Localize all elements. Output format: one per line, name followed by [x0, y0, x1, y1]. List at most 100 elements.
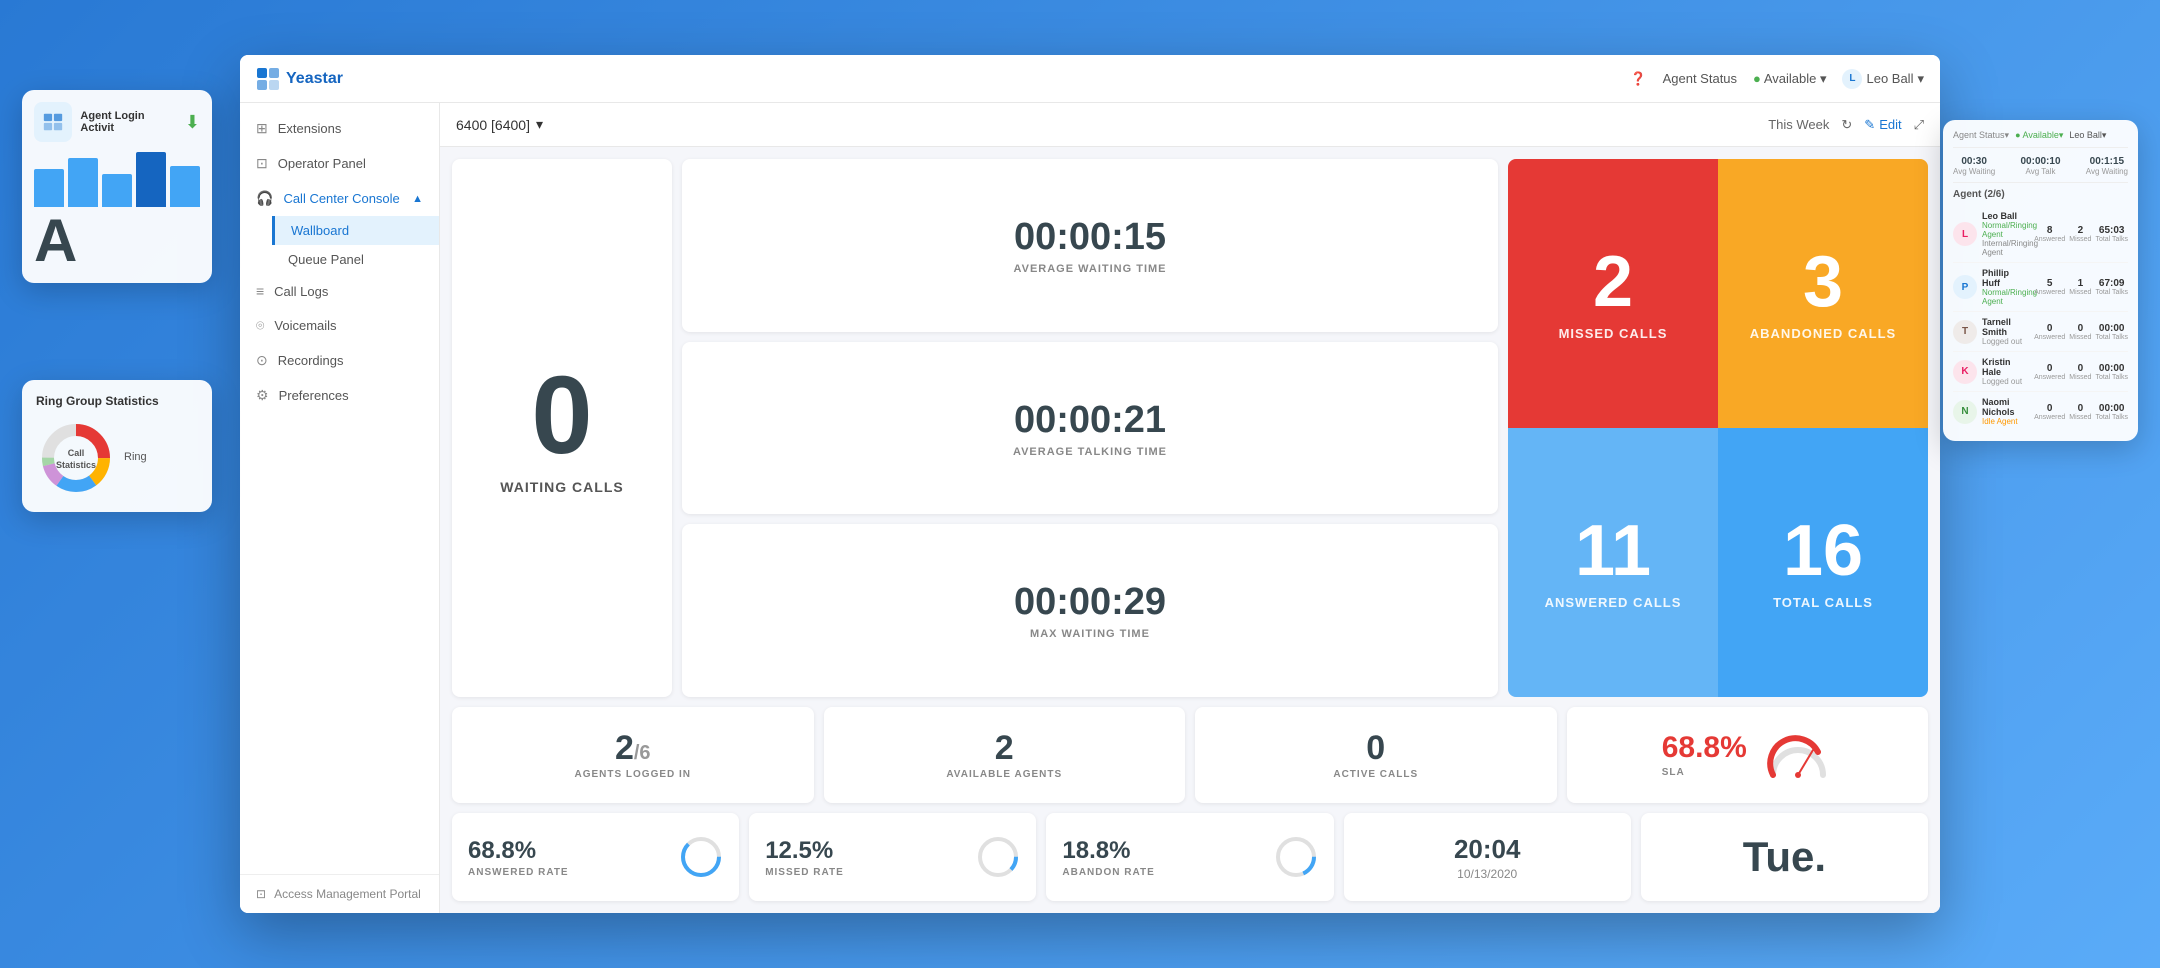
sidebar-label-recordings: Recordings: [278, 353, 344, 368]
avg-wait-label: AVERAGE WAITING TIME: [1013, 263, 1166, 275]
abandon-rate-info: 18.8% ABANDON RATE: [1062, 837, 1154, 878]
sla-info: 68.8% SLA: [1662, 733, 1747, 778]
expand-icon[interactable]: ⤢: [1914, 117, 1924, 133]
queue-selector[interactable]: 6400 [6400] ▾: [456, 116, 543, 133]
user-name: Leo Ball: [1866, 71, 1913, 86]
agent-stats-2: 5Answered 1Missed 67:09Total Talks: [2034, 278, 2128, 296]
answered-rate-info: 68.8% ANSWERED RATE: [468, 837, 569, 878]
sidebar-label-queuepanel: Queue Panel: [288, 252, 364, 267]
edit-icon: ✎: [1864, 117, 1875, 133]
donut-chart: Call Statistics: [36, 418, 116, 498]
sidebar-sub: Wallboard Queue Panel: [240, 216, 439, 274]
waiting-calls-label: WAITING CALLS: [500, 479, 623, 495]
refresh-icon[interactable]: ↻: [1841, 117, 1852, 133]
sidebar-label-wallboard: Wallboard: [291, 223, 349, 238]
sidebar-label-voicemails: Voicemails: [274, 318, 336, 333]
abandoned-calls-label: ABANDONED CALLS: [1750, 326, 1896, 341]
ring-stats-labels: Ring: [124, 448, 147, 468]
sidebar-item-preferences[interactable]: ⚙ Preferences: [240, 378, 439, 413]
answered-calls-label: ANSWERED CALLS: [1545, 595, 1682, 610]
agent-status-mini: Agent Status▾: [1953, 130, 2009, 141]
abandoned-calls-tile: 3 ABANDONED CALLS: [1718, 159, 1928, 428]
sla-card: 68.8% SLA: [1567, 707, 1929, 803]
agent-name-5: Naomi Nichols: [1982, 397, 2029, 417]
main-window: Yeastar ❓ Agent Status ● Available ▾ L L…: [240, 55, 1940, 913]
avg-wait-card: 00:00:15 AVERAGE WAITING TIME: [682, 159, 1498, 332]
agents-header-mini: Agent (2/6): [1953, 189, 2128, 200]
avg-talk-label: AVERAGE TALKING TIME: [1013, 446, 1167, 458]
queue-label: 6400 [6400]: [456, 117, 530, 133]
user-avatar: L: [1842, 69, 1862, 89]
footer-icon: ⊡: [256, 887, 266, 901]
agent-info-1: Leo Ball Normal/Ringing Agent Internal/R…: [1982, 211, 2029, 257]
preferences-icon: ⚙: [256, 387, 269, 404]
operator-icon: ⊡: [256, 155, 268, 172]
logo: Yeastar: [256, 67, 343, 91]
logo-text: Yeastar: [286, 70, 343, 88]
sla-value: 68.8%: [1662, 733, 1747, 763]
agent-name-4: Kristin Hale: [1982, 357, 2029, 377]
agent-name-2: Phillip Huff: [1982, 268, 2029, 288]
user-menu[interactable]: L Leo Ball ▾: [1842, 69, 1924, 89]
ring-stats-title: Ring Group Statistics: [36, 394, 198, 408]
agent-stats-4: 0Answered 0Missed 00:00Total Talks: [2034, 363, 2128, 381]
sidebar-label-calllogs: Call Logs: [274, 284, 328, 299]
available-selector[interactable]: ● Available ▾: [1753, 71, 1826, 87]
donut-row: Call Statistics Ring: [36, 418, 198, 498]
sidebar-item-calllogs[interactable]: ≡ Call Logs: [240, 274, 439, 308]
sidebar-item-operator[interactable]: ⊡ Operator Panel: [240, 146, 439, 181]
download-icon: ⬇: [185, 112, 200, 133]
callcenter-icon: 🎧: [256, 190, 273, 207]
sidebar-item-extensions[interactable]: ⊞ Extensions: [240, 111, 439, 146]
answered-rate-card: 68.8% ANSWERED RATE: [452, 813, 739, 901]
waiting-calls-number: 0: [531, 361, 592, 471]
answered-rate-label: ANSWERED RATE: [468, 867, 569, 878]
active-calls-value: 0: [1366, 731, 1385, 765]
sidebar-item-wallboard[interactable]: Wallboard: [272, 216, 439, 245]
row1: 0 WAITING CALLS 00:00:15 AVERAGE WAITING…: [452, 159, 1928, 697]
agent-missed-1: 2 Missed: [2069, 225, 2091, 243]
sidebar-item-voicemails[interactable]: ⌾ Voicemails: [240, 308, 439, 343]
agent-answered-1: 8 Answered: [2034, 225, 2065, 243]
waiting-calls-card: 0 WAITING CALLS: [452, 159, 672, 697]
agent-substatus-1: Internal/Ringing Agent: [1982, 239, 2029, 257]
day-card: Tue.: [1641, 813, 1928, 901]
agent-status-selector[interactable]: Agent Status: [1663, 71, 1737, 86]
abandoned-calls-number: 3: [1803, 246, 1843, 318]
bar-chart: [34, 152, 200, 207]
agents-logged-label: AGENTS LOGGED IN: [574, 769, 691, 780]
sidebar-footer[interactable]: ⊡ Access Management Portal: [240, 874, 439, 913]
agent-name-3: Tarnell Smith: [1982, 317, 2029, 337]
colored-tiles: 2 MISSED CALLS 3 ABANDONED CALLS 11 ANSW…: [1508, 159, 1928, 697]
agents-logged-value: 2/6: [615, 731, 651, 765]
agent-avatar-1: L: [1953, 222, 1977, 246]
missed-rate-card: 12.5% MISSED RATE: [749, 813, 1036, 901]
recordings-icon: ⊙: [256, 352, 268, 369]
avg-talk-value: 00:00:21: [1014, 399, 1166, 442]
datetime-card: 20:04 10/13/2020: [1344, 813, 1631, 901]
agent-info-5: Naomi Nichols Idle Agent: [1982, 397, 2029, 426]
sidebar-item-recordings[interactable]: ⊙ Recordings: [240, 343, 439, 378]
sidebar-label-operator: Operator Panel: [278, 156, 366, 171]
answered-calls-number: 11: [1575, 515, 1651, 587]
user-mini: Leo Ball▾: [2069, 130, 2106, 141]
edit-button[interactable]: ✎ Edit: [1864, 117, 1901, 133]
agent-status-5: Idle Agent: [1982, 417, 2029, 426]
sidebar-item-callcenter[interactable]: 🎧 Call Center Console ▲: [240, 181, 439, 216]
right-agents-panel: Agent Status▾ ● Available▾ Leo Ball▾ 00:…: [1943, 120, 2138, 441]
agent-total-1: 65:03 Total Talks: [2095, 225, 2128, 243]
datetime-value: 20:04: [1454, 834, 1521, 865]
widget-icon: [34, 102, 72, 142]
missed-rate-label: MISSED RATE: [765, 867, 844, 878]
calllogs-icon: ≡: [256, 283, 264, 299]
sidebar-item-queuepanel[interactable]: Queue Panel: [272, 245, 439, 274]
available-mini: ● Available▾: [2015, 130, 2063, 141]
gauge-chart: [1763, 730, 1833, 780]
max-wait-card: 00:00:29 MAX WAITING TIME: [682, 524, 1498, 697]
row3: 68.8% ANSWERED RATE 12.5% MISSED RATE: [452, 813, 1928, 901]
svg-text:Call: Call: [68, 448, 85, 458]
missed-rate-circle: [976, 835, 1020, 879]
main-content: 6400 [6400] ▾ This Week ↻ ✎ Edit ⤢: [440, 103, 1940, 913]
period-label: This Week: [1768, 117, 1829, 132]
topbar: Yeastar ❓ Agent Status ● Available ▾ L L…: [240, 55, 1940, 103]
